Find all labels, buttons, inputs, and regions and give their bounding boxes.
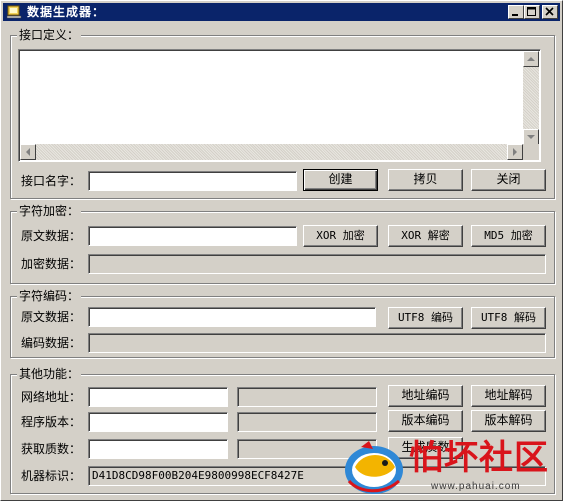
utf8-decode-button[interactable]: UTF8 解码 [471, 307, 546, 329]
encode-group-title: 字符编码： [17, 289, 82, 303]
interface-definition-memo[interactable] [18, 49, 541, 162]
arrow-right-icon [513, 148, 517, 156]
encode-source-label: 原文数据： [21, 310, 82, 324]
minimize-button[interactable] [508, 5, 524, 19]
other-group-title: 其他功能： [17, 367, 82, 381]
program-version-label: 程序版本： [21, 415, 82, 429]
window-title: 数据生成器： [27, 5, 106, 19]
close-button[interactable]: 关闭 [471, 169, 546, 191]
program-version-result[interactable] [237, 412, 377, 432]
scroll-corner [523, 144, 539, 160]
version-decode-button[interactable]: 版本解码 [471, 410, 546, 432]
scroll-up-button[interactable] [523, 51, 539, 67]
main-window: 数据生成器： 接口定义： 接口名字： 创建 拷贝 关闭 字符加密： 原文数据： … [0, 0, 563, 501]
horizontal-scrollbar[interactable] [20, 144, 523, 160]
network-address-label: 网络地址： [21, 390, 82, 404]
address-encode-button[interactable]: 地址编码 [388, 385, 463, 407]
encrypt-source-input[interactable] [88, 226, 297, 246]
app-icon [6, 5, 22, 19]
scroll-right-button[interactable] [507, 144, 523, 160]
xor-decrypt-button[interactable]: XOR 解密 [388, 225, 463, 247]
watermark-logo-icon [345, 441, 403, 494]
machine-id-label: 机器标识： [21, 469, 82, 483]
encode-source-input[interactable] [88, 307, 376, 327]
watermark-url: www.pahuai.com [431, 481, 521, 492]
encode-result-field[interactable] [88, 333, 546, 353]
vertical-scrollbar[interactable] [523, 51, 539, 145]
arrow-left-icon [26, 148, 30, 156]
xor-encrypt-button[interactable]: XOR 加密 [303, 225, 378, 247]
scroll-left-button[interactable] [20, 144, 36, 160]
watermark-title: 怕坏社区 [409, 438, 549, 478]
network-address-result[interactable] [237, 387, 377, 407]
encrypt-source-label: 原文数据： [21, 229, 82, 243]
watermark: 怕坏社区 www.pahuai.com [341, 437, 556, 499]
create-button[interactable]: 创建 [303, 169, 378, 191]
interface-name-label: 接口名字： [21, 174, 82, 188]
copy-button[interactable]: 拷贝 [388, 169, 463, 191]
interface-group-title: 接口定义： [17, 28, 82, 42]
program-version-input[interactable] [88, 412, 228, 432]
close-icon [545, 7, 554, 16]
encrypt-result-field[interactable] [88, 254, 546, 274]
minimize-icon [512, 14, 518, 16]
title-bar[interactable]: 数据生成器： [3, 3, 560, 21]
arrow-up-icon [527, 57, 535, 61]
arrow-down-icon [527, 135, 535, 139]
close-window-button[interactable] [542, 5, 558, 19]
maximize-icon [527, 7, 536, 16]
interface-name-input[interactable] [88, 171, 297, 191]
address-decode-button[interactable]: 地址解码 [471, 385, 546, 407]
version-encode-button[interactable]: 版本编码 [388, 410, 463, 432]
encode-result-label: 编码数据： [21, 336, 82, 350]
network-address-input[interactable] [88, 387, 228, 407]
utf8-encode-button[interactable]: UTF8 编码 [388, 307, 463, 329]
get-prime-input[interactable] [88, 439, 228, 459]
encrypt-result-label: 加密数据： [21, 257, 82, 271]
get-prime-label: 获取质数： [21, 442, 82, 456]
md5-encrypt-button[interactable]: MD5 加密 [471, 225, 546, 247]
maximize-button[interactable] [524, 5, 540, 19]
encrypt-group-title: 字符加密： [17, 204, 82, 218]
scroll-down-button[interactable] [523, 129, 539, 145]
